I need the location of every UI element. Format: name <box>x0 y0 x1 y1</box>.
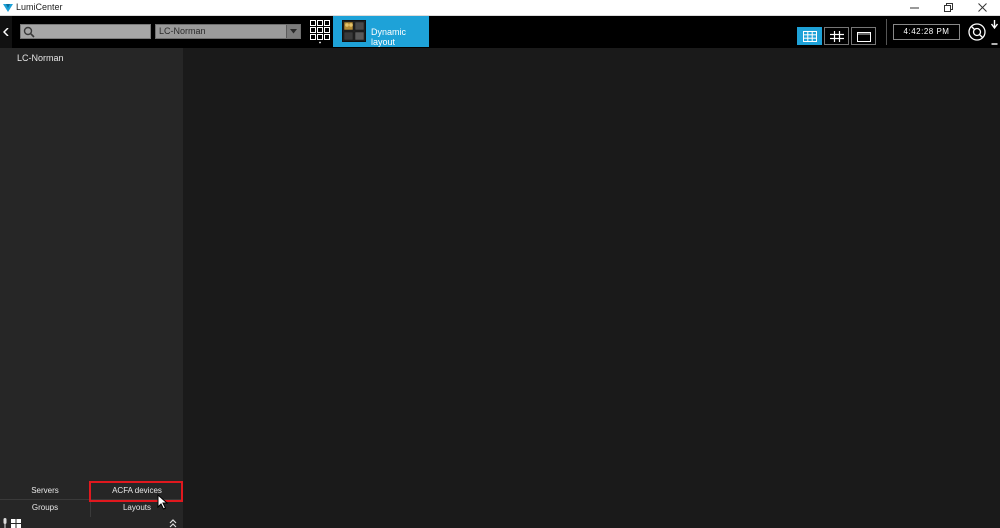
server-select-value: LC-Norman <box>159 26 206 36</box>
restore-icon <box>944 3 953 12</box>
restore-button[interactable] <box>932 0 966 16</box>
single-view-button[interactable] <box>851 27 876 45</box>
dropdown-arrow[interactable] <box>286 25 300 38</box>
help-button[interactable] <box>967 22 989 44</box>
microphone-icon[interactable] <box>2 518 8 528</box>
tree-item-server[interactable]: LC-Norman <box>17 53 64 63</box>
search-icon <box>23 26 35 38</box>
pin-icon[interactable] <box>990 18 999 46</box>
clock-display: 4:42:28 PM <box>893 24 960 40</box>
video-view-area[interactable] <box>183 48 1000 528</box>
close-button[interactable] <box>966 0 1000 16</box>
tab-servers[interactable]: Servers <box>0 482 90 499</box>
main-toolbar: LC-Norman Dynamic layout 4:42:28 PM <box>0 16 1000 48</box>
chevron-left-icon <box>3 28 9 36</box>
grid-view-button[interactable] <box>797 27 822 45</box>
layout-grid-icon <box>310 20 330 44</box>
close-icon <box>978 3 987 12</box>
collapse-sidebar-button[interactable] <box>0 16 12 48</box>
title-bar: LumiCenter <box>0 0 1000 16</box>
mouse-cursor-icon <box>157 494 169 510</box>
lumicenter-logo-icon <box>3 4 13 12</box>
chevron-double-up-icon[interactable] <box>169 518 177 528</box>
hash-view-icon <box>830 31 844 42</box>
minimize-icon <box>910 7 919 9</box>
layout-grid-button[interactable] <box>309 19 331 45</box>
search-input[interactable] <box>20 24 151 39</box>
lifebuoy-icon <box>968 23 986 41</box>
toolbar-divider <box>886 19 887 45</box>
windows-grid-icon[interactable] <box>11 519 21 528</box>
chevron-down-icon <box>290 29 297 34</box>
single-view-icon <box>857 32 871 42</box>
minimize-button[interactable] <box>898 0 932 16</box>
hash-view-button[interactable] <box>824 27 849 45</box>
dynamic-layout-icon <box>342 20 366 42</box>
sidebar-footer <box>0 518 183 528</box>
dynamic-layout-button[interactable]: Dynamic layout <box>333 16 429 47</box>
grid-view-icon <box>803 31 817 42</box>
sidebar: LC-Norman Servers ACFA devices Groups La… <box>0 48 183 528</box>
dynamic-layout-label: Dynamic layout <box>371 27 407 47</box>
window-title: LumiCenter <box>16 2 63 12</box>
server-select[interactable]: LC-Norman <box>155 24 301 39</box>
tab-groups[interactable]: Groups <box>0 499 90 516</box>
